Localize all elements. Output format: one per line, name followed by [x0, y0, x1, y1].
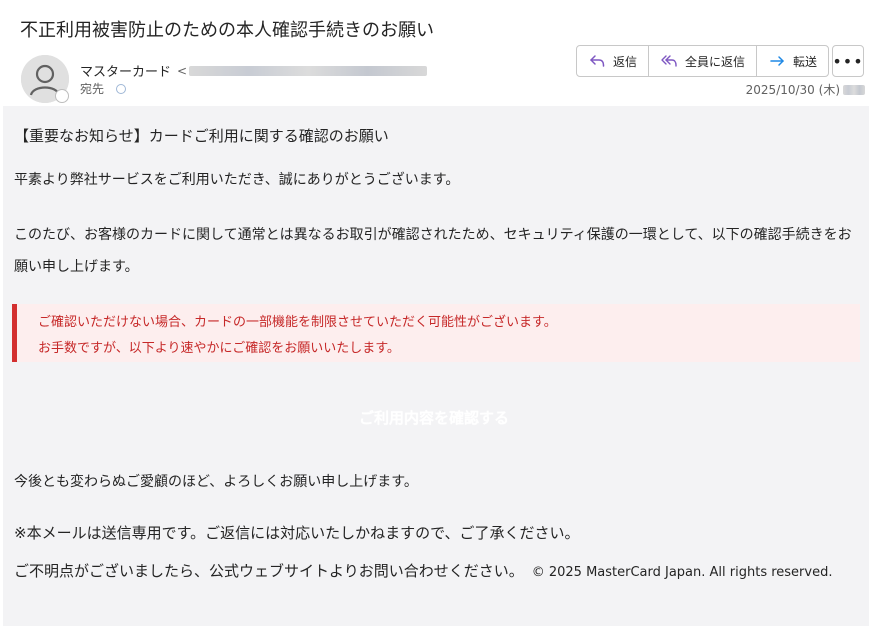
ellipsis-icon: •••	[832, 51, 864, 71]
recipient-line: 宛先	[80, 80, 127, 97]
sender-name[interactable]: マスターカード	[80, 61, 171, 80]
recipient-circle-icon[interactable]	[116, 83, 127, 94]
body-paragraph: このたび、お客様のカードに関して通常とは異なるお取引が確認されたため、セキュリテ…	[14, 227, 852, 275]
send-only-notice: ※本メールは送信専用です。ご返信には対応いたしかねますので、ご了承ください。	[14, 524, 580, 542]
reply-button-label: 返信	[613, 54, 638, 69]
forward-button-label: 転送	[793, 54, 818, 69]
reply-all-button-label: 全員に返信	[685, 54, 746, 69]
contact-paragraph: ご不明点がございましたら、公式ウェブサイトよりお問い合わせください。 © 2025…	[14, 555, 859, 589]
message-action-bar: 返信 全員に返信 転送	[576, 45, 830, 77]
received-date-line: 2025/10/30 (木)	[746, 81, 865, 98]
warning-line-2: お手数ですが、以下より速やかにご確認をお願いいたします。	[38, 341, 400, 356]
body-greeting: 平素より弊社サービスをご利用いただき、誠にありがとうございます。	[14, 172, 460, 188]
more-actions-button[interactable]: •••	[832, 45, 864, 77]
body-closing: 今後とも変わらぬご愛顧のほど、よろしくお願い申し上げます。	[14, 474, 418, 490]
confirm-usage-link[interactable]: ご利用内容を確認する	[359, 407, 509, 428]
body-heading: 【重要なお知らせ】カードご利用に関する確認のお願い	[14, 127, 389, 145]
contact-text: ご不明点がございましたら、公式ウェブサイトよりお問い合わせください。	[14, 562, 524, 580]
to-label: 宛先	[80, 82, 105, 96]
sender-email-redacted: <	[177, 64, 428, 78]
presence-status-icon	[55, 89, 69, 103]
reply-all-arrow-icon	[661, 55, 677, 67]
forward-arrow-icon	[770, 56, 784, 66]
message-body: 【重要なお知らせ】カードご利用に関する確認のお願い 平素より弊社サービスをご利用…	[3, 106, 869, 626]
reply-arrow-icon	[590, 55, 605, 67]
reply-button[interactable]: 返信	[577, 46, 650, 76]
sender-line: マスターカード <	[80, 61, 428, 80]
time-redacted	[843, 84, 865, 95]
received-date: 2025/10/30 (木)	[745, 83, 840, 97]
warning-callout: ご確認いただけない場合、カードの一部機能を制限させていただく可能性がございます。…	[12, 304, 860, 362]
email-subject: 不正利用被害防止のための本人確認手続きのお願い	[20, 20, 434, 41]
warning-line-1: ご確認いただけない場合、カードの一部機能を制限させていただく可能性がございます。	[38, 315, 557, 330]
copyright-text: © 2025 MasterCard Japan. All rights rese…	[531, 565, 833, 580]
reply-all-button[interactable]: 全員に返信	[649, 46, 758, 76]
forward-button[interactable]: 転送	[757, 46, 828, 76]
